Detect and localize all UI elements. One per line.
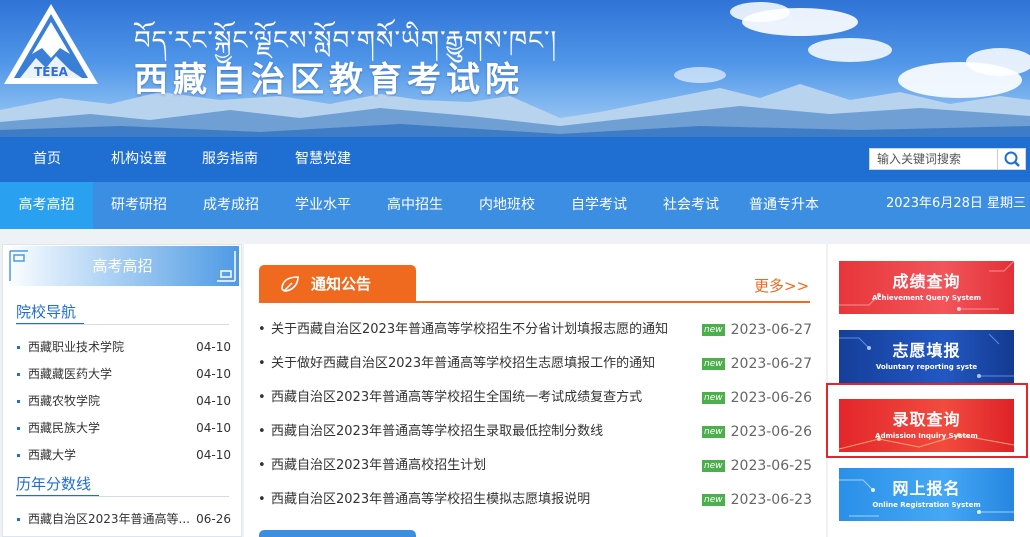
news-item[interactable]: • 西藏自治区2023年普通高等学校招生录取最低控制分数线 new 2023-06-2… [258, 422, 814, 442]
secondary-nav: 高考高招 研考研招 成考成招 学业水平 高中招生 内地班校 自学考试 社会考试 … [0, 182, 1030, 229]
notice-tab[interactable]: 通知公告 [259, 265, 416, 303]
new-badge: new [702, 460, 725, 472]
page: TEEA བོད་རང་སྐྱོང་ལྗོངས་སློབ་གསོ་ཡིག་རྒྱ… [0, 0, 1030, 537]
volunteer-report-button[interactable]: 志愿填报 Voluntary reporting syste [839, 330, 1014, 383]
tab-graduate-exam[interactable]: 研考研招 [100, 182, 178, 229]
tab-gaokao[interactable]: 高考高招 [0, 182, 93, 229]
teea-logo: TEEA [4, 4, 98, 84]
notice-panel: 通知公告 更多>> • 关于西藏自治区2023年普通高等学校招生不分省计划填报志愿… [244, 244, 826, 537]
highlight-frame [826, 383, 1028, 458]
new-badge: new [702, 324, 725, 336]
tab-self-study[interactable]: 自学考试 [560, 182, 638, 229]
next-section-tab[interactable] [259, 530, 416, 537]
online-registration-button[interactable]: 网上报名 Online Registration System [839, 468, 1014, 521]
tab-social-exam[interactable]: 社会考试 [652, 182, 730, 229]
tab-inland-classes[interactable]: 内地班校 [468, 182, 546, 229]
news-item[interactable]: • 西藏自治区2023年普通高等学校招生全国统一考试成绩复查方式 new 2023-0… [258, 388, 814, 408]
search-icon [1004, 151, 1020, 167]
tab-adult-exam[interactable]: 成考成招 [192, 182, 270, 229]
current-date: 2023年6月28日 星期三 [885, 196, 1026, 211]
more-link[interactable]: 更多>> [754, 275, 809, 296]
left-panel-header: 高考高招 [6, 246, 239, 286]
nav-organization[interactable]: 机构设置 [111, 137, 167, 182]
score-query-button[interactable]: 成绩查询 Achievement Query System [839, 261, 1014, 314]
tab-high-school[interactable]: 高中招生 [376, 182, 454, 229]
left-panel: 高考高招 院校导航 西藏职业技术学院 04-10 西藏藏医药大学 04-10 西藏农… [2, 244, 242, 537]
section-school-nav[interactable]: 院校导航 [16, 301, 85, 325]
notice-title: 通知公告 [311, 275, 372, 293]
list-item[interactable]: 西藏大学 04-10 [17, 445, 231, 465]
new-badge: new [702, 426, 725, 438]
bullet [17, 373, 20, 376]
list-item[interactable]: 西藏民族大学 04-10 [17, 418, 231, 438]
search-input[interactable] [870, 149, 998, 169]
list-item[interactable]: 西藏农牧学院 04-10 [17, 391, 231, 411]
news-item[interactable]: • 关于西藏自治区2023年普通高等学校招生不分省计划填报志愿的通知 new 2023… [258, 320, 814, 340]
new-badge: new [702, 392, 725, 404]
site-title: 西藏自治区教育考试院 [134, 60, 524, 100]
list-item[interactable]: 西藏自治区2023年普通高等... 06-26 [17, 509, 231, 529]
list-item[interactable]: 西藏藏医药大学 04-10 [17, 364, 231, 384]
tab-upgrade[interactable]: 普通专升本 [740, 182, 828, 229]
notice-divider [259, 301, 810, 303]
tab-academic-level[interactable]: 学业水平 [284, 182, 362, 229]
nav-party-building[interactable]: 智慧党建 [295, 137, 351, 182]
search-button[interactable] [997, 149, 1025, 169]
news-item[interactable]: • 关于做好西藏自治区2023年普通高等学校招生志愿填报工作的通知 new 2023-… [258, 354, 814, 374]
news-item[interactable]: • 西藏自治区2023年普通高校招生计划 new 2023-06-25 [258, 456, 814, 476]
bullet [17, 518, 20, 521]
new-badge: new [702, 494, 725, 506]
header-banner: TEEA བོད་རང་སྐྱོང་ལྗོངས་སློབ་གསོ་ཡིག་རྒྱ… [0, 0, 1030, 137]
svg-text:TEEA: TEEA [34, 65, 69, 79]
bullet [17, 427, 20, 430]
left-panel-title: 高考高招 [92, 257, 153, 275]
bullet [17, 400, 20, 403]
tibetan-title: བོད་རང་སྐྱོང་ལྗོངས་སློབ་གསོ་ཡིག་རྒྱུགས་ཁ… [134, 26, 558, 56]
search-box [869, 148, 1026, 170]
nav-home[interactable]: 首页 [33, 137, 61, 182]
list-item[interactable]: 西藏职业技术学院 04-10 [17, 337, 231, 357]
divider [16, 496, 229, 497]
divider [16, 324, 229, 325]
nav-service-guide[interactable]: 服务指南 [202, 137, 258, 182]
section-score-lines[interactable]: 历年分数线 [16, 473, 100, 497]
news-item[interactable]: • 西藏自治区2023年普通高等学校招生模拟志愿填报说明 new 2023-06-23 [258, 490, 814, 510]
bullet [17, 346, 20, 349]
new-badge: new [702, 358, 725, 370]
notice-icon [281, 276, 299, 292]
bullet [17, 454, 20, 457]
